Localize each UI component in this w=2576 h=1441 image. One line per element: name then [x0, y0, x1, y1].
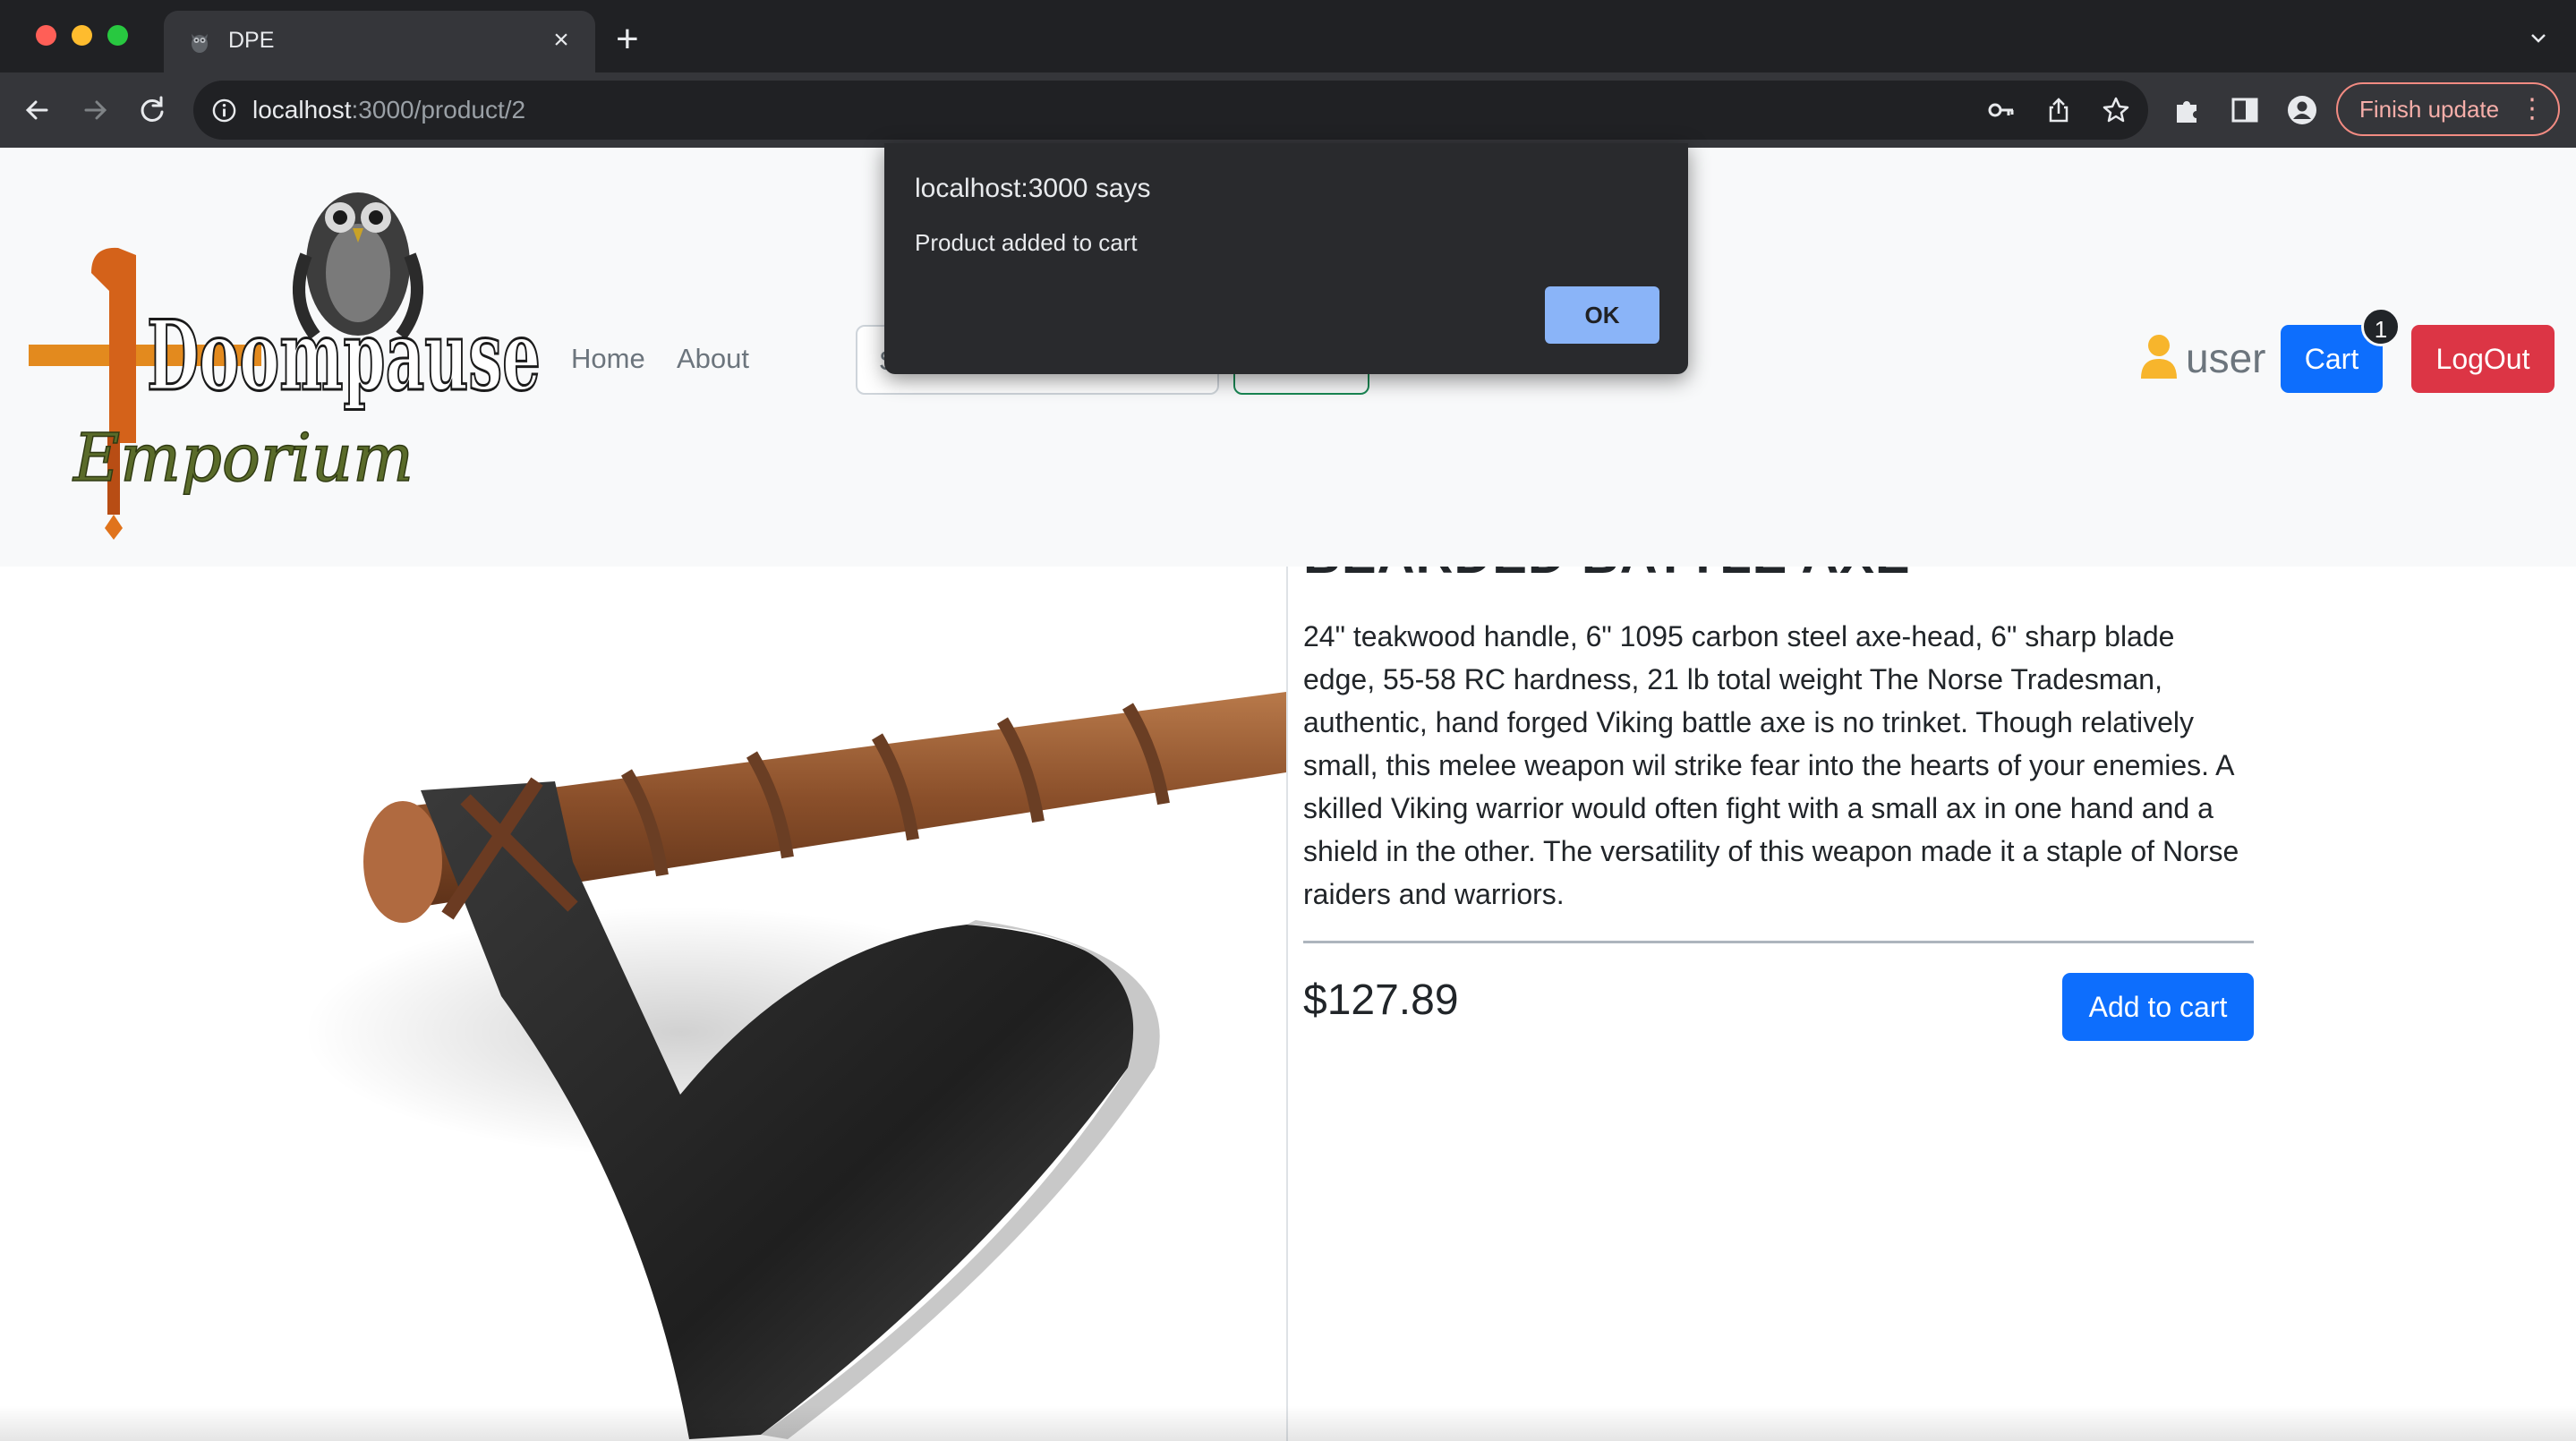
add-to-cart-button[interactable]: Add to cart [2062, 973, 2254, 1041]
dialog-message: Product added to cart [915, 229, 1138, 256]
product-price: $127.89 [1303, 976, 1459, 1024]
url-text[interactable]: localhost:3000/product/2 [252, 96, 525, 124]
window-minimize-control[interactable] [72, 25, 92, 46]
profile-icon[interactable] [2286, 94, 2318, 126]
window-close-control[interactable] [36, 25, 56, 46]
tab-title: DPE [228, 28, 275, 53]
product-description: 24" teakwood handle, 6" 1095 carbon stee… [1303, 620, 2239, 910]
menu-dots-icon[interactable]: ⋮ [2519, 84, 2546, 134]
user-icon [2141, 335, 2177, 379]
bottom-edge-shadow [0, 1405, 2576, 1441]
forward-arrow-icon[interactable] [77, 92, 113, 128]
user-name: user [2186, 335, 2266, 381]
address-bar[interactable]: localhost:3000/product/2 [193, 81, 2148, 140]
info-icon[interactable] [211, 98, 237, 124]
puzzle-extension-icon[interactable] [2171, 94, 2204, 126]
alert-dialog: localhost:3000 says Product added to car… [884, 143, 1688, 374]
plus-icon[interactable]: + [616, 20, 639, 59]
column-divider [1286, 567, 1288, 1441]
share-icon[interactable] [2044, 96, 2073, 124]
logout-button[interactable]: LogOut [2411, 325, 2555, 393]
dialog-title: localhost:3000 says [915, 174, 1151, 203]
browser-tab-active[interactable]: DPE × [164, 11, 595, 72]
dialog-ok-button[interactable]: OK [1545, 286, 1659, 344]
finish-update-button[interactable]: Finish update ⋮ [2336, 82, 2560, 136]
reload-icon[interactable] [134, 92, 170, 128]
star-icon[interactable] [2102, 96, 2130, 124]
browser-toolbar: localhost:3000/product/2 Finish update ⋮ [0, 72, 2576, 148]
back-arrow-icon[interactable] [20, 92, 55, 128]
browser-tab-bar: DPE × + [0, 0, 2576, 72]
side-panel-icon[interactable] [2229, 94, 2261, 126]
site-logo[interactable]: Doompause Emporium [20, 166, 548, 541]
svg-text:Doompause: Doompause [147, 300, 541, 413]
product-image [0, 567, 1286, 1441]
window-zoom-control[interactable] [107, 25, 128, 46]
key-icon[interactable] [1987, 96, 2016, 124]
close-icon[interactable]: × [545, 24, 577, 56]
chevron-down-icon[interactable] [2528, 27, 2549, 48]
nav-link-about[interactable]: About [677, 343, 749, 375]
nav-link-home[interactable]: Home [571, 343, 645, 375]
owl-favicon-icon [192, 34, 208, 53]
description-divider [1303, 941, 2254, 943]
cart-count-badge: 1 [2361, 307, 2401, 346]
svg-text:Emporium: Emporium [72, 420, 414, 497]
